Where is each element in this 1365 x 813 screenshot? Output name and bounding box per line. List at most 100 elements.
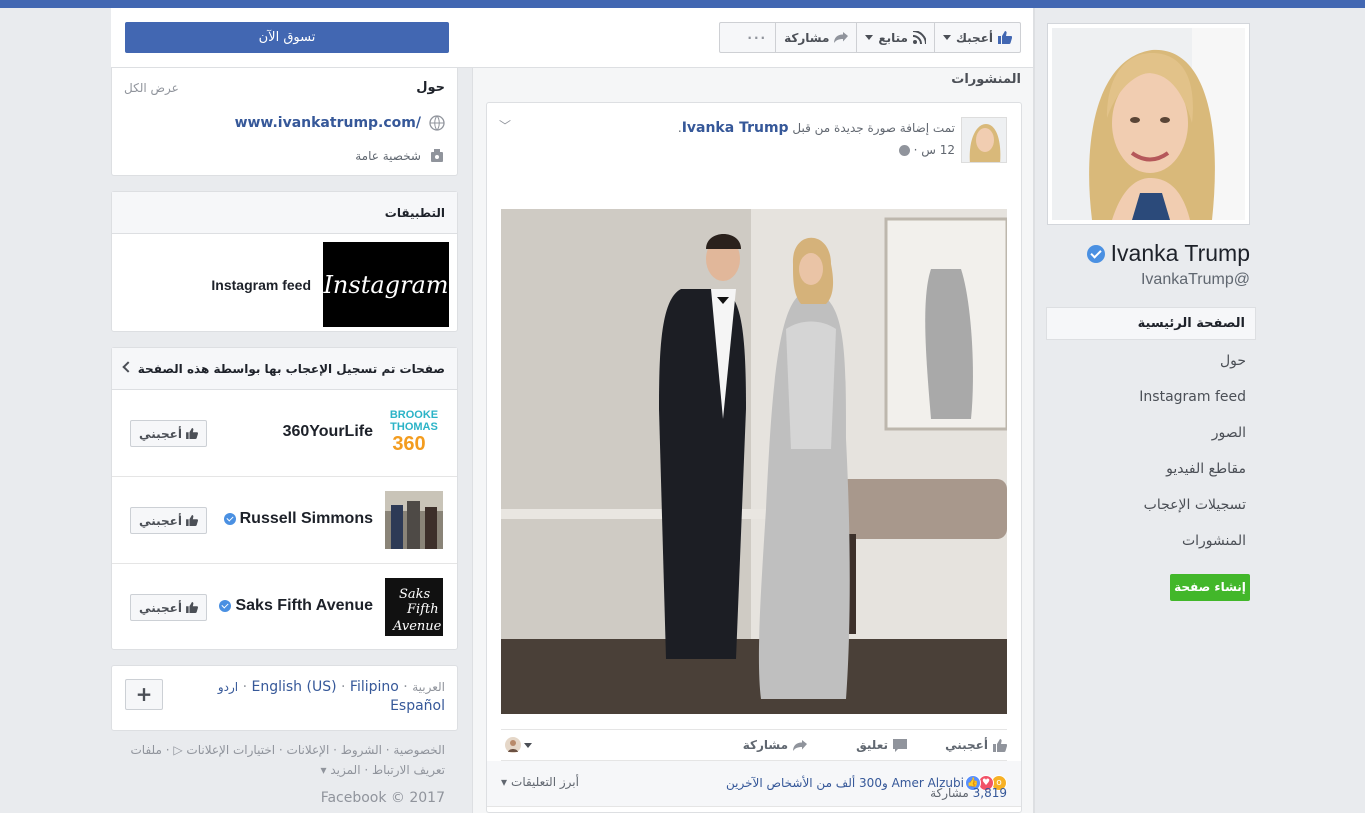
apps-title: التطبيقات (112, 192, 457, 234)
app-name: Instagram feed (211, 276, 311, 293)
reactions-text: Amer Alzubi و300 ألف من الأشخاص الآخرين (725, 776, 964, 790)
profile-picture[interactable] (1047, 23, 1250, 225)
following-button[interactable]: متابع (856, 23, 934, 52)
nav-item-photos[interactable]: الصور (1046, 415, 1256, 451)
chevron-down-icon (865, 35, 874, 40)
comment-icon (893, 738, 907, 752)
nav-item-instagram-feed[interactable]: Instagram feed (1046, 379, 1256, 415)
shares-count[interactable]: 3,819 مشاركة (930, 786, 1007, 800)
reactions-summary: 👍 ♥ o Amer Alzubi و300 ألف من الأشخاص ال… (487, 761, 1021, 807)
like-page-button[interactable]: أعجبني (130, 594, 207, 621)
instagram-logo: Instagram (323, 242, 449, 327)
about-title[interactable]: حول (416, 80, 445, 95)
apps-card: التطبيقات Instagram Instagram feed (111, 191, 458, 332)
share-arrow-icon (793, 739, 807, 751)
share-page-button[interactable]: مشاركة (775, 23, 856, 52)
like-button-label: أعجبني (139, 426, 182, 441)
post-options-chevron-icon[interactable]: ﹀ (499, 117, 511, 134)
liked-page-thumbnail[interactable]: Saks Fifth Avenue (385, 578, 443, 636)
nav-item-home[interactable]: الصفحة الرئيسية (1046, 307, 1256, 340)
following-label: متابع (878, 30, 908, 45)
post-share-button[interactable]: مشاركة (743, 738, 807, 752)
language-link-spanish[interactable]: Español (390, 698, 445, 714)
separator: · (242, 679, 248, 695)
globe-icon (429, 115, 445, 131)
liked-page-row: Saks Fifth Avenue Saks Fifth Avenue أعجب… (112, 564, 457, 651)
rss-icon (912, 31, 926, 44)
language-link-filipino[interactable]: Filipino (350, 679, 399, 695)
caret-down-icon: ▾ (501, 775, 508, 789)
post-header: تمت إضافة صورة جديدة من قبل Ivanka Trump… (677, 120, 955, 136)
category-text[interactable]: شخصية عامة (355, 149, 421, 163)
more-options-button[interactable]: ··· (739, 23, 775, 52)
avatar-image (962, 118, 1006, 162)
post-action-text: تمت إضافة صورة جديدة من قبل (792, 121, 955, 135)
current-language: العربية (412, 680, 445, 694)
chevron-down-icon (524, 742, 532, 748)
post-like-button[interactable]: أعجبني (945, 738, 1007, 752)
create-page-button[interactable]: إنشاء صفحة (1170, 574, 1250, 601)
footer-links-line2[interactable]: تعريف الارتباط · المزيد ▾ (111, 760, 445, 780)
post-card: ﹀ تمت إضافة صورة جديدة من قبل Ivanka Tru… (486, 102, 1022, 813)
post-as-selector[interactable] (505, 737, 532, 753)
posts-title: المنشورات (951, 72, 1021, 87)
top-comments-selector[interactable]: أبرز التعليقات ▾ (501, 775, 579, 789)
nav-item-about[interactable]: حول (1046, 343, 1256, 379)
liked-page-name-text: Russell Simmons (239, 510, 373, 527)
svg-text:Saks: Saks (399, 587, 431, 602)
post-author-avatar[interactable] (961, 117, 1007, 163)
language-link-english[interactable]: English (US) (252, 679, 337, 695)
svg-text:Fifth: Fifth (406, 602, 439, 617)
website-link[interactable]: www.ivankatrump.com/ (235, 115, 421, 131)
russell-simmons-photo (385, 491, 443, 549)
liked-page-name-text: Saks Fifth Avenue (235, 597, 373, 614)
see-all-link[interactable]: عرض الكل (124, 81, 179, 95)
post-photo[interactable] (501, 209, 1007, 714)
share-arrow-icon (834, 32, 849, 43)
like-page-button[interactable]: أعجبني (130, 420, 207, 447)
post-comment-button[interactable]: تعليق (856, 738, 907, 752)
liked-page-name[interactable]: Saks Fifth Avenue (219, 597, 373, 615)
add-language-button[interactable]: + (125, 679, 163, 710)
shop-now-button[interactable]: تسوق الآن (125, 22, 449, 53)
language-link-urdu[interactable]: اردو (218, 680, 238, 694)
liked-pages-header: صفحات تم تسجيل الإعجاب بها بواسطة هذه ال… (112, 348, 457, 390)
website-row: www.ivankatrump.com/ (235, 115, 445, 131)
separator: · (403, 679, 408, 695)
language-card: العربية · English (US) · Filipino · اردو… (111, 665, 458, 731)
app-item[interactable]: Instagram Instagram feed (211, 242, 449, 327)
liked-page-thumbnail[interactable]: BROOKE THOMAS 360 (385, 404, 443, 462)
post-like-label: أعجبني (945, 738, 988, 752)
thumbs-up-icon (186, 515, 198, 526)
page-username: IvankaTrump@ (1140, 271, 1250, 288)
liked-page-name[interactable]: 360YourLife (283, 423, 373, 441)
share-label: مشاركة (784, 30, 830, 45)
liked-page-row: Russell Simmons أعجبني (112, 477, 457, 564)
page-name-text: Ivanka Trump (1110, 240, 1250, 266)
footer: الخصوصية · الشروط · الإعلانات · اختيارات… (111, 740, 445, 808)
liked-page-name[interactable]: Russell Simmons (223, 510, 373, 528)
post-share-label: مشاركة (742, 738, 788, 752)
posts-column: المنشورات ﹀ تمت إضافة صورة جديدة من قبل … (472, 68, 1033, 813)
nav-item-likes[interactable]: تسجيلات الإعجاب (1046, 487, 1256, 523)
post-timestamp[interactable]: 12 س · (898, 143, 955, 157)
like-page-button[interactable]: أعجبني (130, 507, 207, 534)
liked-page-thumbnail[interactable] (385, 491, 443, 549)
chevron-left-icon[interactable] (122, 361, 134, 373)
column-divider (1033, 8, 1035, 813)
post-author-link[interactable]: Ivanka Trump (682, 120, 789, 136)
liked-page-row: BROOKE THOMAS 360 360YourLife أعجبني (112, 390, 457, 477)
verified-badge-icon (219, 600, 232, 612)
post-comment-label: تعليق (856, 738, 888, 752)
page-name[interactable]: Ivanka Trump (1086, 240, 1250, 267)
page-action-bar: أعجبك متابع مشاركة ··· (719, 22, 1021, 53)
nav-item-posts[interactable]: المنشورات (1046, 523, 1256, 559)
footer-links-line1[interactable]: الخصوصية · الشروط · الإعلانات · اختيارات… (111, 740, 445, 760)
like-button-label: أعجبني (139, 513, 182, 528)
chevron-down-icon (942, 35, 951, 40)
shares-label: مشاركة (930, 786, 969, 800)
language-links: العربية · English (US) · Filipino · اردو… (205, 678, 445, 716)
svg-text:THOMAS: THOMAS (390, 421, 438, 433)
liked-button[interactable]: أعجبك (933, 23, 1020, 52)
nav-item-videos[interactable]: مقاطع الفيديو (1046, 451, 1256, 487)
